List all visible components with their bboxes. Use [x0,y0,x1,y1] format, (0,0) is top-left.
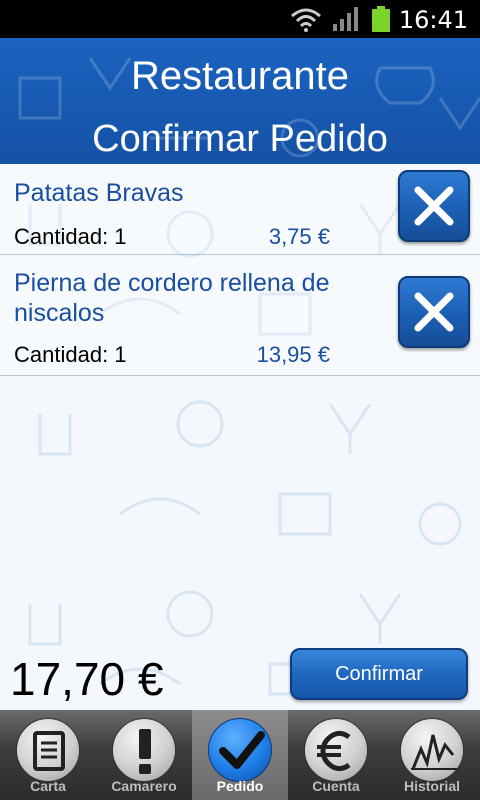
remove-item-button[interactable] [398,170,470,242]
menu-list-icon [33,731,65,771]
tab-camarero[interactable]: Camarero [96,710,192,800]
euro-icon [317,730,351,772]
tab-pedido[interactable]: Pedido [192,710,288,800]
order-item: Pierna de cordero rellena de niscalos Ca… [0,256,480,376]
item-price: 13,95 € [256,342,330,367]
tab-label: Cuenta [312,778,360,794]
clock: 16:41 [398,6,468,34]
exclamation-icon [139,729,151,774]
tab-bar: Carta Camarero Pedido Cuenta Historial [0,710,480,800]
tab-cuenta[interactable]: Cuenta [288,710,384,800]
tab-label: Historial [403,778,460,794]
status-bar: 16:41 [0,0,480,38]
page-title: Confirmar Pedido [92,118,388,160]
item-name: Pierna de cordero rellena de niscalos [14,269,330,327]
close-icon [414,292,454,332]
tab-carta-button[interactable] [16,718,80,782]
remove-item-button[interactable] [398,276,470,348]
close-icon [414,186,454,226]
tab-label: Pedido [216,778,264,794]
battery-icon [372,6,390,32]
chart-icon [411,734,457,770]
tab-label: Camarero [111,778,177,794]
item-quantity: Cantidad: 1 [14,342,127,367]
tab-pedido-button[interactable] [208,718,272,782]
wifi-icon [291,8,321,32]
header: Restaurante Confirmar Pedido [0,38,480,164]
tab-historial[interactable]: Historial [384,710,480,800]
item-name: Patatas Bravas [14,179,184,207]
item-quantity: Cantidad: 1 [14,224,127,249]
tab-camarero-button[interactable] [112,718,176,782]
tab-cuenta-button[interactable] [304,718,368,782]
order-content: Patatas Bravas Cantidad: 1 3,75 € Pierna… [0,164,480,710]
order-item: Patatas Bravas Cantidad: 1 3,75 € [0,164,480,255]
tab-label: Carta [30,778,66,794]
checkmark-icon [219,731,265,769]
tab-carta[interactable]: Carta [0,710,96,800]
item-price: 3,75 € [268,224,330,249]
tab-historial-button[interactable] [400,718,464,782]
app-title: Restaurante [131,54,349,98]
order-total: 17,70 € [10,653,164,705]
signal-icon [333,7,358,31]
confirm-button[interactable]: Confirmar [290,648,468,700]
